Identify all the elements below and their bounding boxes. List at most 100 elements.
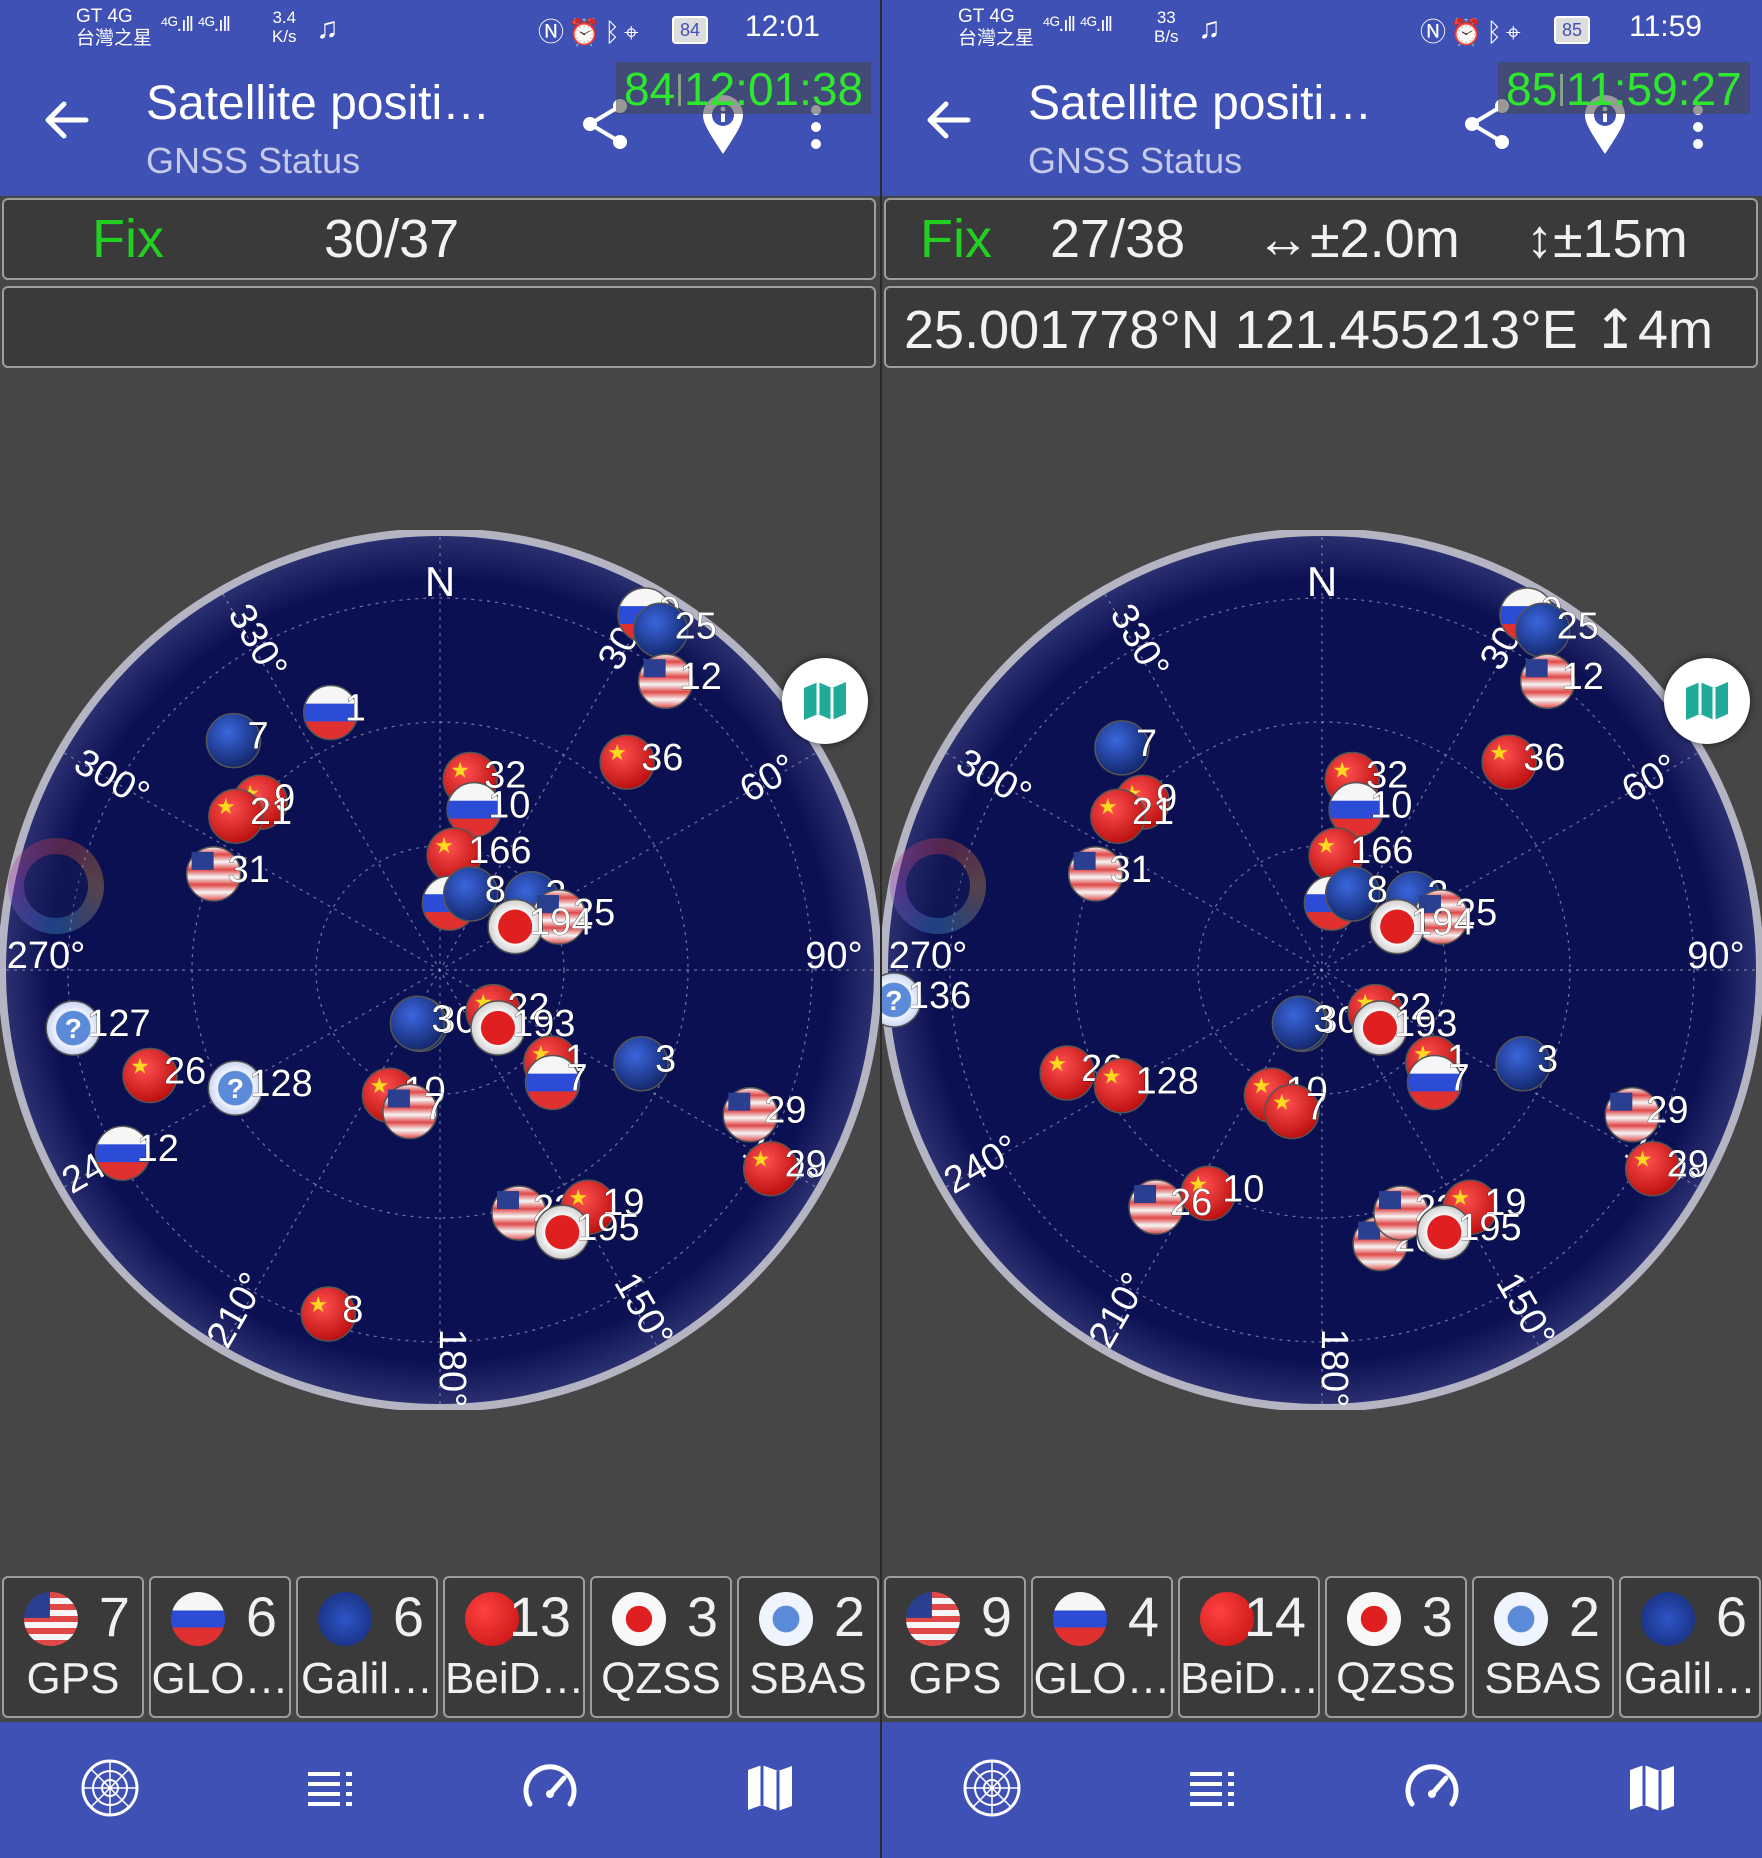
bluetooth-icon: ᛒ [604, 17, 624, 47]
page-subtitle: GNSS Status [146, 140, 361, 181]
constellation-name: GPS [26, 1654, 120, 1703]
flag-question: ? [65, 1013, 82, 1044]
page-subtitle: GNSS Status [1028, 140, 1243, 181]
flag-star: ★ [130, 1054, 150, 1079]
constellation-count: 3 [1421, 1585, 1453, 1648]
constellation-name: GPS [908, 1654, 1002, 1703]
satellite-id-label: 25 [1557, 605, 1599, 647]
flag-star: ★ [1332, 757, 1352, 782]
arrow-left-icon[interactable] [924, 90, 974, 150]
flag-canton [643, 659, 666, 678]
constellation-name: QZSS [601, 1654, 721, 1703]
radar-icon[interactable] [962, 1758, 1022, 1818]
flag-canton [191, 851, 214, 870]
list-icon[interactable] [1184, 1758, 1244, 1818]
carrier-label: GT 4G 台灣之星 [958, 6, 1035, 49]
alarm-icon: ⏰ [568, 17, 605, 47]
constellation-tile-ru[interactable]: 4 GLO… [1031, 1576, 1173, 1718]
constellation-tile-us[interactable]: 7 GPS [2, 1576, 144, 1718]
flag-star: ★ [751, 1147, 771, 1172]
location-icon: ⌖ [624, 17, 643, 47]
constellation-flag-icon [24, 1592, 78, 1646]
list-icon[interactable] [302, 1758, 362, 1818]
location-icon: ⌖ [1506, 17, 1525, 47]
constellation-tile-sb[interactable]: 2 SBAS [1472, 1576, 1614, 1718]
satellite-id-label: 127 [87, 1003, 150, 1045]
constellation-name: Galil… [1623, 1654, 1757, 1703]
azimuth-label-180: 180° [1313, 1329, 1355, 1408]
flag-canton [1134, 1185, 1157, 1204]
clock-overlay: 85|11:59:27 [1498, 62, 1750, 115]
arrow-left-icon[interactable] [42, 90, 92, 150]
app-toolbar: Satellite positi… GNSS Status 84|12:01:3… [0, 58, 880, 196]
constellation-flag-icon [1641, 1592, 1695, 1646]
map-3d-button[interactable] [1664, 658, 1750, 744]
overlay-time: 12:01:38 [684, 63, 864, 115]
overlay-separator: | [675, 69, 685, 107]
satellite-id-label: 12 [1562, 656, 1604, 698]
flag-question: ? [885, 985, 902, 1016]
radar-icon[interactable] [80, 1758, 140, 1818]
sky-plot: N30°60°120°150°180°210°240°300°330°90°27… [0, 530, 880, 1410]
flag-star: ★ [1102, 1064, 1122, 1089]
location-bar: 25.001778°N 121.455213°E ↥4m [884, 286, 1758, 368]
constellation-tile-us[interactable]: 9 GPS [884, 1576, 1026, 1718]
constellation-tile-eu[interactable]: 6 Galil… [296, 1576, 438, 1718]
speedometer-icon[interactable] [1402, 1758, 1462, 1818]
flag-star: ★ [216, 794, 236, 819]
constellation-summary: 7 GPS 6 GLO… 6 Galil… 13 BeiD… 3 QZSS 2 SBAS [0, 1576, 880, 1720]
screen: GT 4G 台灣之星 ⁴ᴳ.ıll ⁴ᴳ.ıll 3.4 K/s ♫ Ⓝ⏰ᛒ⌖ … [0, 0, 1762, 1858]
app-toolbar: Satellite positi… GNSS Status 85|11:59:2… [882, 58, 1762, 196]
constellation-flag-icon [171, 1592, 225, 1646]
fix-status-bar: Fix 27/38 ↔±2.0m ↕±15m [884, 198, 1758, 280]
constellation-name: BeiD… [1180, 1654, 1320, 1703]
constellation-count: 2 [833, 1585, 865, 1648]
vertical-accuracy: ↕±15m [1526, 209, 1688, 269]
satellite-id-label: 194 [529, 902, 592, 944]
overlay-battery: 85 [1506, 63, 1558, 115]
satellite-id-label: 3 [1313, 998, 1334, 1040]
location-text: 25.001778°N 121.455213°E ↥4m [904, 300, 1714, 360]
constellation-tile-jp[interactable]: 3 QZSS [1325, 1576, 1467, 1718]
constellation-tile-ru[interactable]: 6 GLO… [149, 1576, 291, 1718]
constellation-tile-sb[interactable]: 2 SBAS [737, 1576, 879, 1718]
constellation-tile-cn[interactable]: 14 BeiD… [1178, 1576, 1320, 1718]
flag-canton [1378, 1191, 1401, 1210]
constellation-flag-icon [759, 1592, 813, 1646]
flag-canton [728, 1092, 751, 1111]
nfc-icon: Ⓝ [538, 17, 569, 47]
page-title: Satellite positi… [1028, 77, 1373, 130]
flag-star: ★ [1489, 740, 1509, 765]
map-icon[interactable] [1622, 1758, 1682, 1818]
speedometer-icon[interactable] [520, 1758, 580, 1818]
satellite-id-label: 7 [567, 1058, 588, 1100]
satellite-id-label: 3 [655, 1039, 676, 1081]
satellite-id-label: 195 [576, 1207, 639, 1249]
constellation-flag-icon [1053, 1592, 1107, 1646]
status-icons: Ⓝ⏰ᛒ⌖ [1420, 12, 1525, 49]
map-3d-button[interactable] [782, 658, 868, 744]
constellation-tile-eu[interactable]: 6 Galil… [1619, 1576, 1761, 1718]
bluetooth-icon: ᛒ [1486, 17, 1506, 47]
horizontal-accuracy: ↔±2.0m [1256, 209, 1460, 269]
north-label: N [425, 558, 455, 605]
satellite-id-label: 29 [1646, 1090, 1688, 1132]
status-time: 11:59 [1629, 10, 1702, 43]
map-icon[interactable] [740, 1758, 800, 1818]
satellite-id-label: 12 [680, 656, 722, 698]
constellation-tile-cn[interactable]: 13 BeiD… [443, 1576, 585, 1718]
page-title: Satellite positi… [146, 77, 491, 130]
bottom-navigation [882, 1722, 1762, 1858]
constellation-count: 9 [980, 1585, 1012, 1648]
screenshot-left: GT 4G 台灣之星 ⁴ᴳ.ıll ⁴ᴳ.ıll 3.4 K/s ♫ Ⓝ⏰ᛒ⌖ … [0, 0, 880, 1858]
map-3d-icon [1686, 682, 1728, 720]
satellite-id-label: 7 [1449, 1058, 1470, 1100]
flag-star: ★ [1252, 1073, 1272, 1098]
constellation-tile-jp[interactable]: 3 QZSS [590, 1576, 732, 1718]
compass-indicator [8, 838, 104, 934]
satellite-id-label: 36 [1523, 737, 1565, 779]
satellite-id-label: 36 [641, 737, 683, 779]
flag-star: ★ [1272, 1090, 1292, 1115]
constellation-flag-icon [318, 1592, 372, 1646]
satellite-id-label: 7 [424, 1087, 445, 1129]
